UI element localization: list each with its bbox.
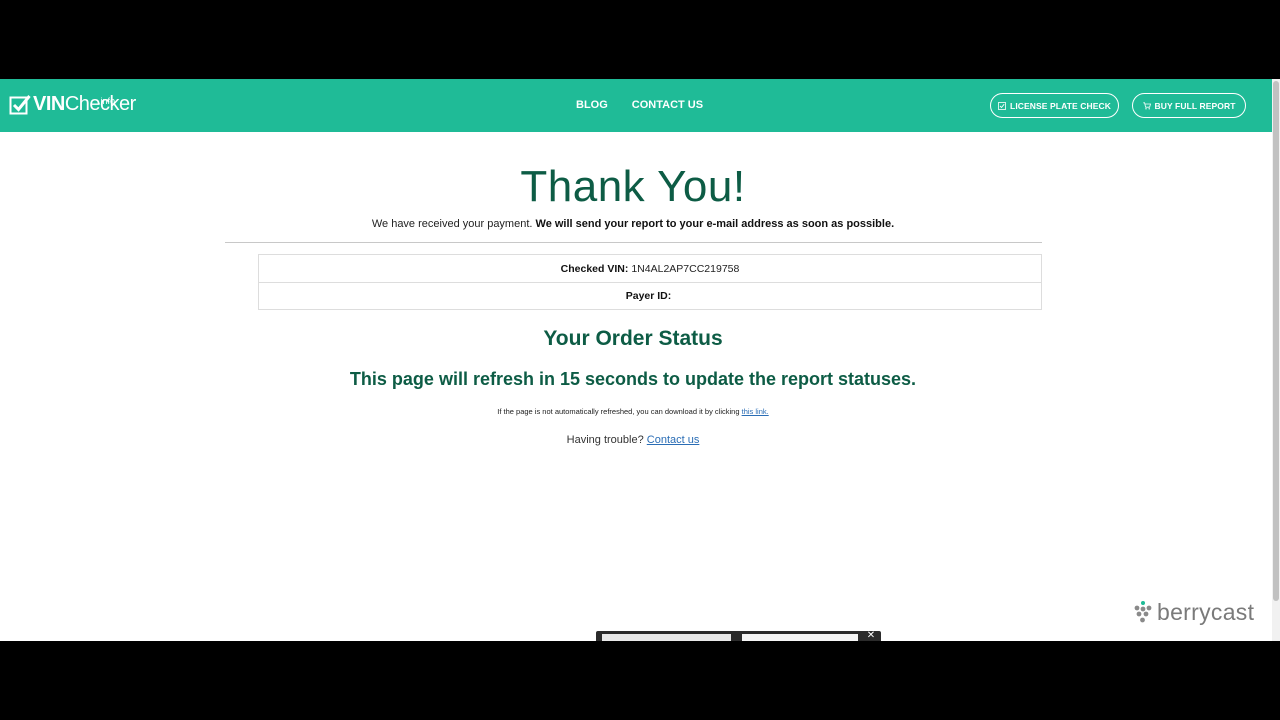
top-navbar: VINChecker .info BLOG CONTACT US LICENSE… bbox=[0, 79, 1272, 132]
vinchecker-logo[interactable]: VINChecker bbox=[9, 93, 136, 121]
toolbar-field[interactable] bbox=[602, 634, 731, 641]
checked-vin-row: Checked VIN: 1N4AL2AP7CC219758 bbox=[259, 255, 1041, 282]
having-trouble-text: Having trouble? Contact us bbox=[0, 434, 1266, 447]
buy-full-report-button[interactable]: BUY FULL REPORT bbox=[1132, 93, 1246, 118]
received-bold-text: We will send your report to your e-mail … bbox=[535, 218, 895, 230]
license-plate-check-button[interactable]: LICENSE PLATE CHECK bbox=[990, 93, 1119, 118]
order-status-heading: Your Order Status bbox=[543, 327, 723, 350]
close-icon[interactable]: ✕ bbox=[864, 631, 878, 641]
berrycast-text: berrycast bbox=[1157, 599, 1255, 625]
nav-blog-link[interactable]: BLOG bbox=[576, 99, 608, 112]
license-plate-check-label: LICENSE PLATE CHECK bbox=[1010, 100, 1111, 111]
received-plain-text: We have received your payment. bbox=[371, 218, 533, 230]
fallback-download-text: If the page is not automatically refresh… bbox=[0, 407, 1266, 416]
buy-full-report-label: BUY FULL REPORT bbox=[1154, 100, 1236, 111]
vertical-scrollbar[interactable] bbox=[1272, 79, 1280, 641]
cart-icon bbox=[1142, 101, 1151, 109]
refresh-message: This page will refresh in 15 seconds to … bbox=[349, 369, 917, 389]
nav-contact-link[interactable]: CONTACT US bbox=[632, 99, 703, 112]
berry-icon bbox=[1134, 600, 1152, 622]
toolbar-field[interactable] bbox=[742, 634, 858, 641]
berrycast-watermark: berrycast bbox=[1133, 599, 1254, 626]
divider bbox=[225, 242, 1042, 243]
recording-toolbar[interactable]: ✕ bbox=[596, 631, 881, 641]
logo-wordmark: VINChecker bbox=[33, 93, 136, 115]
payer-id-row: Payer ID: bbox=[259, 282, 1041, 309]
nav-links: BLOG CONTACT US bbox=[576, 99, 703, 112]
checked-vin-value: 1N4AL2AP7CC219758 bbox=[631, 262, 740, 275]
contact-us-link[interactable]: Contact us bbox=[647, 434, 700, 446]
trouble-text: Having trouble? bbox=[566, 434, 644, 446]
order-info-table: Checked VIN: 1N4AL2AP7CC219758 Payer ID: bbox=[258, 254, 1042, 310]
payer-id-label: Payer ID: bbox=[625, 290, 672, 302]
letterbox-top bbox=[0, 0, 1280, 79]
payment-received-message: We have received your payment. We will s… bbox=[0, 218, 1266, 231]
checkbox-logo-icon bbox=[9, 95, 31, 115]
download-link[interactable]: this link. bbox=[742, 407, 769, 416]
page-title: Thank You! bbox=[520, 162, 746, 211]
checkbox-icon bbox=[998, 101, 1006, 110]
scrollbar-thumb[interactable] bbox=[1273, 81, 1279, 601]
logo-subtext: .info bbox=[98, 96, 116, 106]
fallback-text: If the page is not automatically refresh… bbox=[497, 407, 740, 416]
browser-viewport: VINChecker .info BLOG CONTACT US LICENSE… bbox=[0, 79, 1280, 641]
checked-vin-label: Checked VIN: bbox=[560, 262, 629, 275]
letterbox-bottom bbox=[0, 641, 1280, 720]
